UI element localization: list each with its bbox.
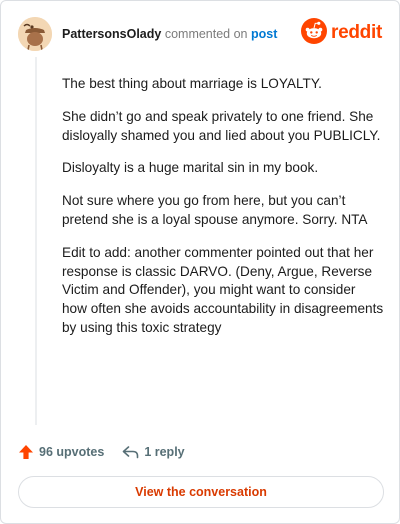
comment-actions: 96 upvotes 1 reply (18, 441, 185, 463)
view-conversation-button[interactable]: View the conversation (18, 476, 384, 508)
comment-paragraph: Disloyalty is a huge marital sin in my b… (62, 160, 319, 176)
upvote-count: 96 upvotes (39, 445, 105, 459)
comment-header: PattersonsOlady commented on post reddit (18, 15, 382, 53)
thread-line (35, 57, 37, 425)
upvote-button[interactable]: 96 upvotes (18, 444, 104, 460)
comment-paragraph: Edit to add: another commenter pointed o… (62, 244, 384, 335)
comment-paragraph: The best thing about marriage is LOYALTY… (62, 76, 322, 91)
comment-paragraph: She didn’t go and speak privately to one… (62, 108, 381, 143)
reply-arrow-icon (122, 445, 139, 459)
reddit-wordmark: reddit (331, 22, 382, 43)
username-link[interactable]: PattersonsOlady (62, 27, 161, 41)
comment-paragraph: Not sure where you go from here, but you… (62, 193, 368, 227)
upvote-arrow-icon (18, 444, 34, 460)
avatar-icon[interactable] (18, 17, 52, 51)
post-link[interactable]: post (251, 27, 277, 41)
reply-button[interactable]: 1 reply (122, 445, 185, 459)
reddit-logo[interactable]: reddit (301, 17, 382, 49)
reddit-snoo-icon (301, 17, 328, 49)
comment-card: PattersonsOlady commented on post reddit (0, 0, 400, 524)
comment-byline: PattersonsOlady commented on post (62, 27, 277, 41)
commented-on-text: commented on (164, 27, 248, 41)
reply-count: 1 reply (144, 445, 185, 459)
comment-body: The best thing about marriage is LOYALTY… (62, 75, 384, 352)
